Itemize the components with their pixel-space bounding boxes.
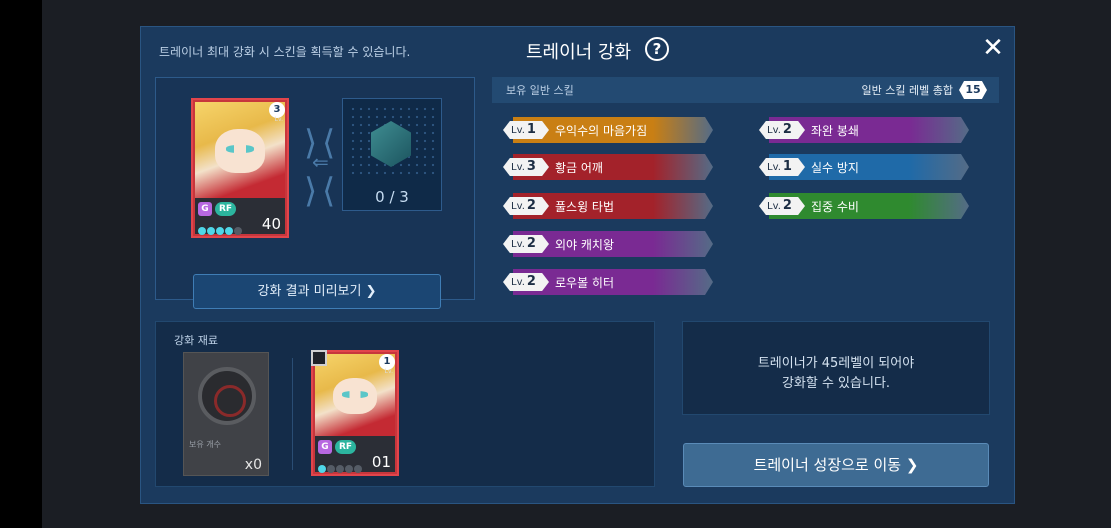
lv-prefix: Lv. [511,277,525,288]
divider [292,358,293,470]
gem-filled-icon [207,227,215,235]
trainer-upgrade-dialog: 트레이너 최대 강화 시 스킨을 획득할 수 있습니다. 트레이너 강화 ? ✕… [140,26,1015,504]
position-tag: RF [215,202,237,216]
position-tag: RF [335,440,357,454]
level-requirement-notice: 트레이너가 45레벨이 되어야 강화할 수 있습니다. [682,321,990,415]
gem-empty-icon [327,465,335,473]
lv-prefix: Lv. [511,239,525,250]
go-to-growth-button[interactable]: 트레이너 성장으로 이동 ❯ [683,443,989,487]
skill-name: 로우볼 히터 [555,276,615,290]
gem-filled-icon [216,227,224,235]
help-icon[interactable]: ? [645,37,669,61]
skill-level: 2 [782,122,792,137]
trainer-card[interactable]: 3 Lv. G RF 40 [191,98,289,238]
skills-header: 보유 일반 스킬 일반 스킬 레벨 총합 15 [492,77,999,103]
skill-item[interactable]: Lv. 2 좌완 봉쇄 [759,117,969,143]
skill-level-badge: Lv. 2 [503,235,549,253]
lv-prefix: Lv. [767,125,781,136]
skin-hint-text: 트레이너 최대 강화 시 스킨을 획득할 수 있습니다. [159,45,411,59]
close-icon[interactable]: ✕ [979,33,1007,63]
gem-empty-icon [336,465,344,473]
skill-name: 집중 수비 [811,200,859,214]
skill-item[interactable]: Lv. 2 풀스윙 타법 [503,193,713,219]
skill-level-badge: Lv. 3 [503,158,549,176]
material-trainer-card[interactable]: 1 Lv. G RF 01 [311,350,399,476]
grade-badge: G [318,440,332,454]
skill-level-badge: Lv. 1 [503,121,549,139]
locked-material-card[interactable]: 보유 개수 x0 [183,352,269,476]
material-label: 강화 재료 [174,334,218,347]
level-caption: Lv. [384,368,393,375]
skill-name: 우익수의 마음가짐 [555,124,648,138]
trainer-panel: 3 Lv. G RF 40 ⟩ ⟩ ⇐ ⟨ ⟨ 0 / 3 강화 결과 미리보기… [155,77,475,309]
dialog-header: 트레이너 최대 강화 시 스킨을 획득할 수 있습니다. 트레이너 강화 ? ✕ [141,27,1014,73]
gem-rating [318,458,363,473]
level-caption: Lv. [274,116,283,123]
slot-count: 0 / 3 [375,188,409,206]
gem-filled-icon [225,227,233,235]
skill-item[interactable]: Lv. 3 황금 어깨 [503,154,713,180]
skill-level: 2 [526,198,536,213]
lv-prefix: Lv. [767,201,781,212]
skill-name: 실수 방지 [811,161,859,175]
skill-name: 황금 어깨 [555,161,603,175]
skill-name: 좌완 봉쇄 [811,124,859,138]
lv-prefix: Lv. [511,162,525,173]
skill-level: 1 [526,122,536,137]
helmet-icon [198,367,256,425]
owned-count: x0 [244,457,262,473]
select-checkbox[interactable] [311,350,327,366]
owned-count-label: 보유 개수 [189,440,221,449]
grade-badge: G [198,202,212,216]
skill-item[interactable]: Lv. 2 집중 수비 [759,193,969,219]
skill-item[interactable]: Lv. 1 우익수의 마음가짐 [503,117,713,143]
bracket-right-icon: ⟨ [322,171,336,211]
notice-line-1: 트레이너가 45레벨이 되어야 [757,356,915,371]
bracket-right-icon: ⟨ [322,123,336,163]
trainer-portrait [195,102,285,200]
skill-level-badge: Lv. 2 [503,197,549,215]
gem-rating [198,220,243,235]
lv-prefix: Lv. [511,201,525,212]
owned-skills-label: 보유 일반 스킬 [506,84,574,97]
lv-prefix: Lv. [511,125,525,136]
skill-name: 풀스윙 타법 [555,200,615,214]
gem-empty-icon [354,465,362,473]
notice-line-2: 강화할 수 있습니다. [781,376,891,391]
skill-item[interactable]: Lv. 1 실수 방지 [759,154,969,180]
skill-level-badge: Lv. 2 [759,197,805,215]
skill-level: 2 [526,274,536,289]
material-card-info: G RF 01 [315,436,395,473]
skill-item[interactable]: Lv. 2 외야 캐치왕 [503,231,713,257]
skill-item[interactable]: Lv. 2 로우볼 히터 [503,269,713,295]
skill-level: 3 [526,159,536,174]
gem-empty-icon [345,465,353,473]
gem-empty-icon [234,227,242,235]
bracket-left-icon: ⟩ [304,171,318,211]
upgrade-slot[interactable]: 0 / 3 [342,98,442,211]
dialog-title: 트레이너 강화 [526,42,632,63]
skill-level-badge: Lv. 2 [759,121,805,139]
skill-level-badge: Lv. 1 [759,158,805,176]
preview-result-button[interactable]: 강화 결과 미리보기 ❯ [193,274,441,309]
gem-filled-icon [198,227,206,235]
skill-level-badge: Lv. 2 [503,273,549,291]
skill-level-total-badge: 15 [959,81,987,99]
screen: 트레이너 최대 강화 시 스킨을 획득할 수 있습니다. 트레이너 강화 ? ✕… [0,0,1111,528]
skill-level: 1 [782,159,792,174]
material-level: 01 [371,453,391,471]
trainer-card-info: G RF 40 [195,198,285,235]
skill-name: 외야 캐치왕 [555,238,615,252]
gem-filled-icon [318,465,326,473]
skill-level: 2 [782,198,792,213]
skill-level: 2 [526,236,536,251]
material-panel: 강화 재료 보유 개수 x0 1 Lv. G RF 01 [155,321,655,487]
lv-prefix: Lv. [767,162,781,173]
skill-level-total-label: 일반 스킬 레벨 총합 [861,84,953,97]
trainer-level: 40 [261,215,281,233]
